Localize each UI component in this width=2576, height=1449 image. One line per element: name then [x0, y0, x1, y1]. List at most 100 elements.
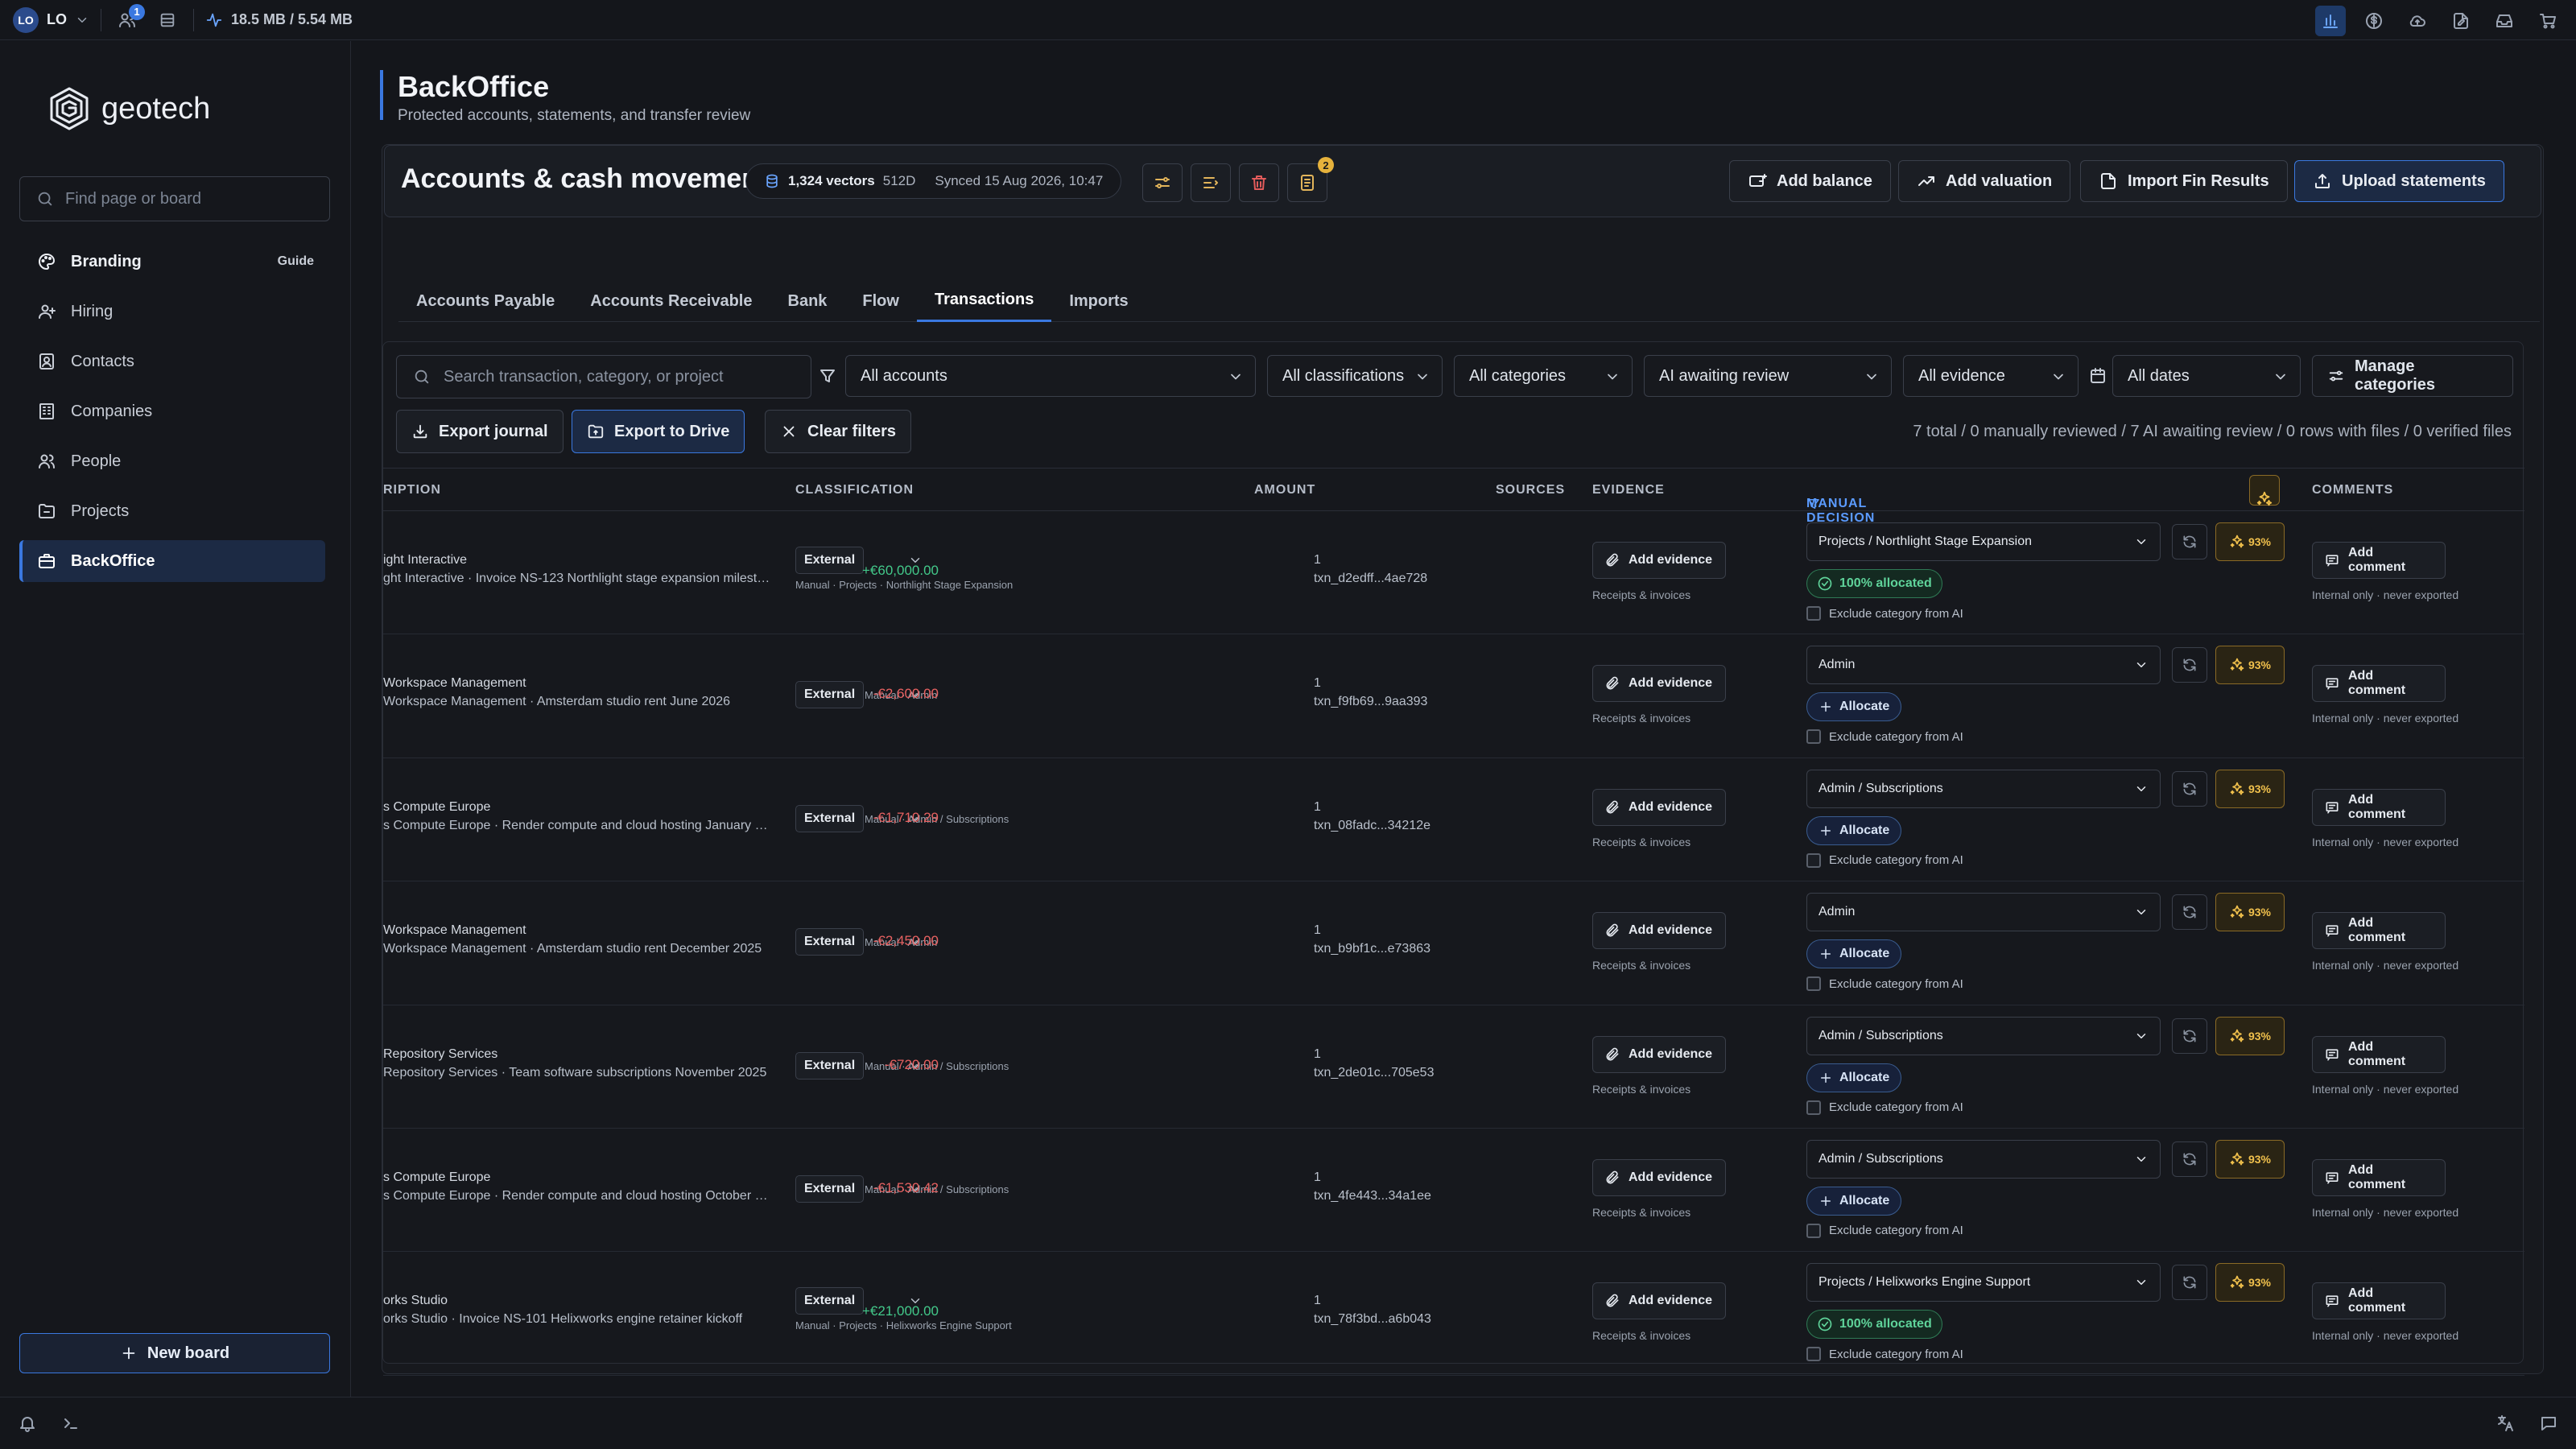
add-comment-button[interactable]: Add comment	[2312, 1035, 2446, 1073]
sidebar-item-companies[interactable]: Companies	[19, 390, 325, 432]
col-sources[interactable]: SOURCES	[1496, 483, 1565, 497]
ai-confidence-button[interactable]: 93%	[2215, 1139, 2285, 1179]
statements-button[interactable]: 2	[1287, 157, 1334, 202]
add-evidence-button[interactable]: Add evidence	[1592, 1035, 1726, 1073]
exclude-from-ai-checkbox[interactable]: Exclude category from AI	[1806, 729, 1963, 745]
manual-decision-select[interactable]: Admin / Subscriptions	[1806, 1016, 2161, 1055]
sidebar-search[interactable]	[19, 176, 330, 221]
exclude-from-ai-checkbox[interactable]: Exclude category from AI	[1806, 1347, 1963, 1362]
col-classification[interactable]: CLASSIFICATION	[795, 483, 914, 497]
tab-transactions[interactable]: Transactions	[916, 280, 1052, 322]
refresh-suggestion-button[interactable]	[2172, 647, 2207, 683]
col-comments[interactable]: COMMENTS	[2312, 483, 2393, 497]
table-row[interactable]: s Compute Europe s Compute Europe · Rend…	[383, 1129, 2524, 1253]
delete-button[interactable]	[1239, 163, 1279, 202]
checkbox-box[interactable]	[1806, 1223, 1821, 1238]
tab-accounts-receivable[interactable]: Accounts Receivable	[572, 280, 770, 322]
ai-confidence-button[interactable]: 93%	[2215, 1263, 2285, 1302]
sidebar-item-projects[interactable]: Projects	[19, 490, 325, 532]
col-amount[interactable]: AMOUNT	[1254, 483, 1315, 497]
evidence-select[interactable]: All evidence	[1903, 355, 2079, 397]
refresh-suggestion-button[interactable]	[2172, 1018, 2207, 1054]
exclude-from-ai-checkbox[interactable]: Exclude category from AI	[1806, 976, 1963, 992]
upload-statements-button[interactable]: Upload statements	[2294, 160, 2504, 202]
refresh-suggestion-button[interactable]	[2172, 1265, 2207, 1301]
settings-sliders-button[interactable]	[1142, 163, 1183, 202]
exclude-from-ai-checkbox[interactable]: Exclude category from AI	[1806, 606, 1963, 621]
add-comment-button[interactable]: Add comment	[2312, 912, 2446, 950]
manual-decision-select[interactable]: Admin / Subscriptions	[1806, 1139, 2161, 1179]
add-comment-button[interactable]: Add comment	[2312, 1158, 2446, 1196]
manual-decision-select[interactable]: Projects / Helixworks Engine Support	[1806, 1263, 2161, 1302]
brand-logo[interactable]: geotech	[48, 86, 210, 131]
table-row[interactable]: ight Interactive ght Interactive · Invoi…	[383, 511, 2524, 635]
ai-review-select[interactable]: AI awaiting review	[1644, 355, 1892, 397]
tab-flow[interactable]: Flow	[844, 280, 917, 322]
ai-suggest-all-button[interactable]	[2249, 475, 2280, 506]
sidebar-item-contacts[interactable]: Contacts	[19, 341, 325, 382]
inbox-button[interactable]	[2489, 6, 2520, 36]
allocate-button[interactable]: Allocate	[1806, 692, 1902, 722]
users-button[interactable]: 1	[113, 3, 145, 35]
allocate-button[interactable]: Allocate	[1806, 815, 1902, 845]
workspace-switcher[interactable]: LO LO	[13, 6, 89, 33]
accounts-select[interactable]: All accounts	[845, 355, 1256, 397]
add-balance-button[interactable]: Add balance	[1729, 160, 1891, 202]
transaction-search[interactable]	[396, 355, 811, 398]
ai-confidence-button[interactable]: 93%	[2215, 893, 2285, 932]
ai-confidence-button[interactable]: 93%	[2215, 1016, 2285, 1055]
classification-badge[interactable]: External	[795, 1287, 865, 1315]
checkbox-box[interactable]	[1806, 729, 1821, 745]
checkbox-box[interactable]	[1806, 1100, 1821, 1115]
analytics-button[interactable]	[2315, 6, 2346, 36]
add-evidence-button[interactable]: Add evidence	[1592, 912, 1726, 950]
add-comment-button[interactable]: Add comment	[2312, 788, 2446, 826]
add-valuation-button[interactable]: Add valuation	[1898, 160, 2071, 202]
checkbox-box[interactable]	[1806, 976, 1821, 992]
tab-imports[interactable]: Imports	[1051, 280, 1146, 322]
table-row[interactable]: Workspace Management Workspace Managemen…	[383, 634, 2524, 758]
import-fin-results-button[interactable]: Import Fin Results	[2080, 160, 2288, 202]
manual-decision-select[interactable]: Admin	[1806, 893, 2161, 932]
cart-button[interactable]	[2533, 6, 2563, 36]
add-evidence-button[interactable]: Add evidence	[1592, 542, 1726, 579]
tab-accounts-payable[interactable]: Accounts Payable	[398, 280, 572, 322]
export-to-drive-button[interactable]: Export to Drive	[572, 410, 745, 453]
table-row[interactable]: s Compute Europe s Compute Europe · Rend…	[383, 758, 2524, 882]
table-row[interactable]: orks Studio orks Studio · Invoice NS-101…	[383, 1252, 2524, 1376]
translate-icon[interactable]	[2496, 1414, 2515, 1433]
tab-bank[interactable]: Bank	[770, 280, 845, 322]
transaction-search-input[interactable]	[444, 367, 798, 386]
exclude-from-ai-checkbox[interactable]: Exclude category from AI	[1806, 1100, 1963, 1115]
ai-confidence-button[interactable]: 93%	[2215, 769, 2285, 808]
allocate-button[interactable]: Allocate	[1806, 1063, 1902, 1092]
cloud-sync-button[interactable]	[2402, 6, 2433, 36]
guide-link[interactable]: Guide	[278, 254, 314, 269]
add-comment-button[interactable]: Add comment	[2312, 1282, 2446, 1320]
dates-select[interactable]: All dates	[2112, 355, 2301, 397]
export-journal-button[interactable]: Export journal	[396, 410, 564, 453]
add-evidence-button[interactable]: Add evidence	[1592, 1282, 1726, 1320]
clear-filters-button[interactable]: Clear filters	[765, 410, 912, 453]
checkbox-box[interactable]	[1806, 606, 1821, 621]
classification-badge[interactable]: External	[795, 547, 865, 574]
add-evidence-button[interactable]: Add evidence	[1592, 788, 1726, 826]
allocate-button[interactable]: Allocate	[1806, 1186, 1902, 1216]
sidebar-item-people[interactable]: People	[19, 440, 325, 482]
table-row[interactable]: Repository Services Repository Services …	[383, 1005, 2524, 1129]
manage-categories-button[interactable]: Manage categories	[2312, 355, 2513, 397]
currency-button[interactable]	[2359, 6, 2389, 36]
chat-icon[interactable]	[2539, 1414, 2558, 1433]
exclude-from-ai-checkbox[interactable]: Exclude category from AI	[1806, 1223, 1963, 1238]
refresh-suggestion-button[interactable]	[2172, 524, 2207, 559]
exclude-from-ai-checkbox[interactable]: Exclude category from AI	[1806, 852, 1963, 868]
sidebar-item-branding[interactable]: Branding Guide	[19, 241, 325, 283]
add-comment-button[interactable]: Add comment	[2312, 542, 2446, 579]
bell-icon[interactable]	[18, 1414, 37, 1433]
add-evidence-button[interactable]: Add evidence	[1592, 665, 1726, 703]
classification-badge[interactable]: External	[795, 1174, 865, 1203]
refresh-suggestion-button[interactable]	[2172, 770, 2207, 807]
filter-icon[interactable]	[818, 366, 837, 386]
table-row[interactable]: Workspace Management Workspace Managemen…	[383, 881, 2524, 1005]
col-evidence[interactable]: EVIDENCE	[1592, 483, 1665, 497]
